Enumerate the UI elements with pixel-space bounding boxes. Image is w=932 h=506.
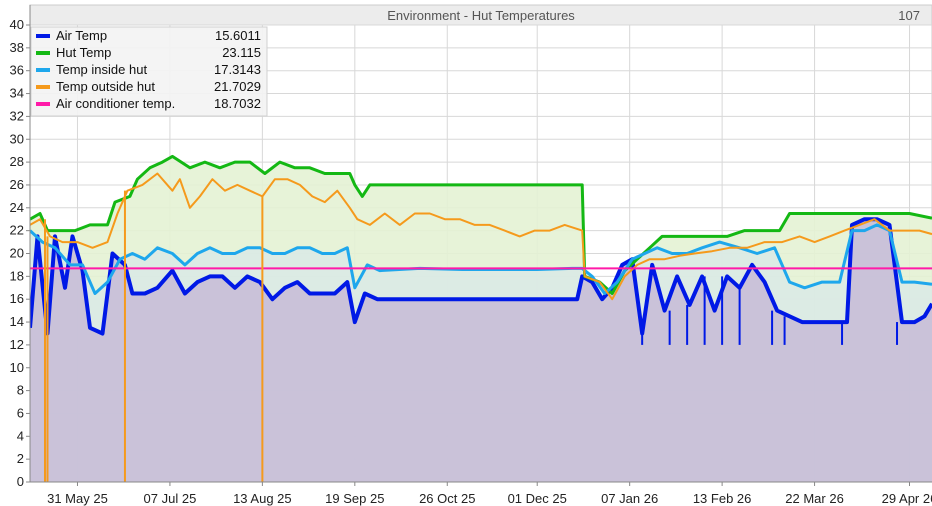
x-tick-label: 13 Feb 26 bbox=[693, 491, 752, 506]
y-tick-label: 36 bbox=[10, 63, 24, 78]
y-tick-label: 14 bbox=[10, 314, 24, 329]
legend-series-value: 23.115 bbox=[222, 45, 261, 60]
y-tick-label: 12 bbox=[10, 337, 24, 352]
chart-title: Environment - Hut Temperatures bbox=[387, 8, 575, 23]
legend-series-name: Temp outside hut bbox=[56, 79, 155, 94]
legend-series-name: Temp inside hut bbox=[56, 62, 147, 77]
legend-series-value: 15.6011 bbox=[215, 28, 261, 43]
legend-series-value: 17.3143 bbox=[214, 62, 261, 77]
x-tick-label: 07 Jan 26 bbox=[601, 491, 658, 506]
y-tick-label: 10 bbox=[10, 360, 24, 375]
legend-series-value: 18.7032 bbox=[214, 96, 261, 111]
x-tick-label: 31 May 25 bbox=[47, 491, 108, 506]
y-tick-label: 0 bbox=[17, 474, 24, 489]
legend-swatch bbox=[36, 85, 50, 89]
x-tick-label: 26 Oct 25 bbox=[419, 491, 475, 506]
legend-swatch bbox=[36, 102, 50, 106]
y-tick-label: 38 bbox=[10, 40, 24, 55]
legend-series-name: Hut Temp bbox=[56, 45, 111, 60]
temperature-chart: Environment - Hut Temperatures 107 02468… bbox=[10, 4, 932, 506]
y-tick-label: 32 bbox=[10, 108, 24, 123]
legend: Air Temp 15.6011 Hut Temp 23.115 Temp inside… bbox=[30, 26, 268, 117]
y-tick-label: 26 bbox=[10, 177, 24, 192]
y-tick-label: 8 bbox=[17, 383, 24, 398]
x-tick-label: 07 Jul 25 bbox=[144, 491, 197, 506]
y-tick-label: 40 bbox=[10, 17, 24, 32]
y-tick-label: 2 bbox=[17, 451, 24, 466]
x-tick-label: 19 Sep 25 bbox=[325, 491, 384, 506]
x-tick-label: 22 Mar 26 bbox=[785, 491, 844, 506]
legend-series-value: 21.7029 bbox=[214, 79, 261, 94]
y-tick-label: 4 bbox=[17, 428, 24, 443]
y-tick-label: 18 bbox=[10, 268, 24, 283]
y-tick-label: 28 bbox=[10, 154, 24, 169]
y-tick-label: 16 bbox=[10, 291, 24, 306]
x-tick-label: 13 Aug 25 bbox=[233, 491, 292, 506]
chart-counter[interactable]: 107 bbox=[898, 8, 920, 23]
y-tick-label: 24 bbox=[10, 200, 24, 215]
y-tick-label: 6 bbox=[17, 405, 24, 420]
y-tick-label: 30 bbox=[10, 131, 24, 146]
x-tick-label: 01 Dec 25 bbox=[508, 491, 567, 506]
legend-swatch bbox=[36, 34, 50, 38]
x-tick-label: 29 Apr 26 bbox=[882, 491, 932, 506]
y-tick-label: 20 bbox=[10, 246, 24, 261]
y-tick-label: 22 bbox=[10, 223, 24, 238]
legend-series-name: Air conditioner temp. bbox=[56, 96, 175, 111]
legend-swatch bbox=[36, 51, 50, 55]
legend-series-name: Air Temp bbox=[56, 28, 107, 43]
y-tick-label: 34 bbox=[10, 86, 24, 101]
chart-header: Environment - Hut Temperatures 107 bbox=[29, 4, 932, 26]
legend-swatch bbox=[36, 68, 50, 72]
